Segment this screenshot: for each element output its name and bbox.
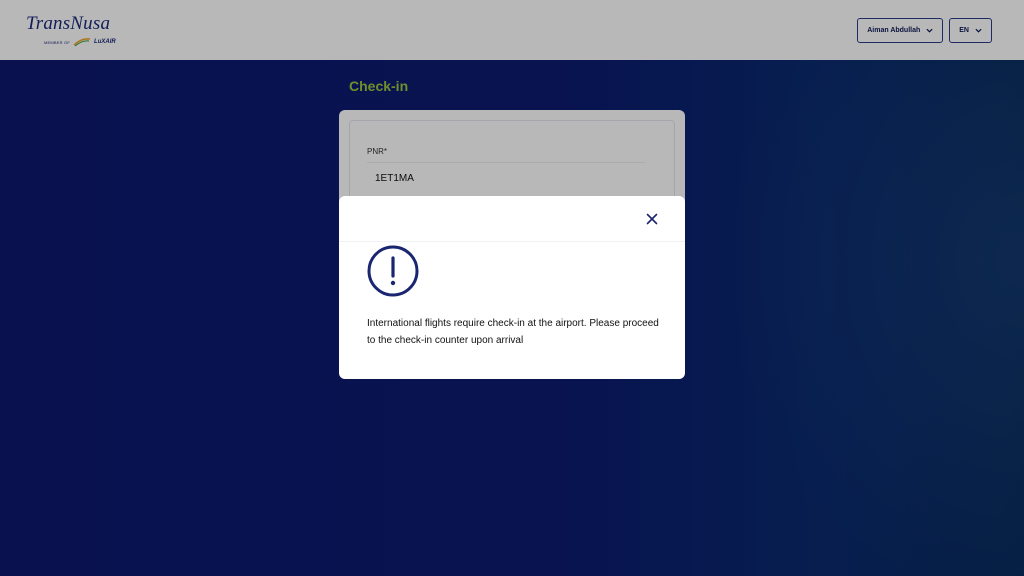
exclamation-circle-icon xyxy=(367,245,419,297)
modal-message: International flights require check-in a… xyxy=(367,318,659,346)
modal-divider xyxy=(339,241,685,242)
close-icon xyxy=(646,213,658,225)
close-button[interactable] xyxy=(643,210,661,228)
alert-modal: International flights require check-in a… xyxy=(339,196,685,379)
